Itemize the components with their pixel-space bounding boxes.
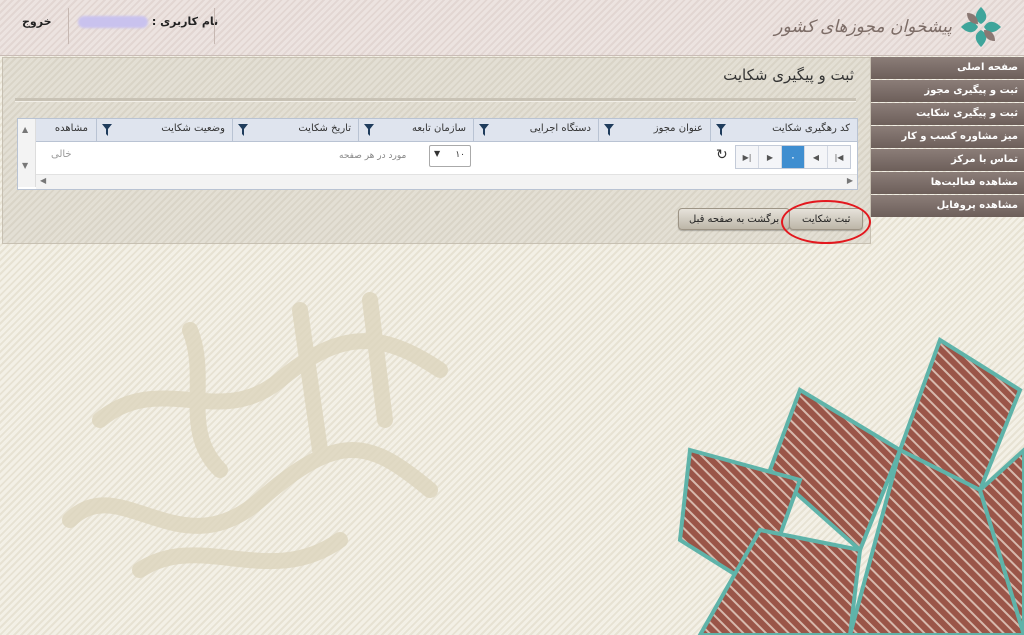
- column-license-title[interactable]: عنوان مجوز: [598, 119, 711, 141]
- filter-icon[interactable]: [364, 124, 374, 136]
- vertical-scrollbar[interactable]: ▲ ▼: [18, 119, 36, 187]
- title-divider: [15, 98, 856, 102]
- filter-icon[interactable]: [604, 124, 614, 136]
- filter-icon[interactable]: [479, 124, 489, 136]
- next-page-icon[interactable]: ▶: [758, 146, 781, 168]
- last-page-icon[interactable]: ▶|: [736, 146, 758, 168]
- per-page-value: ۱۰: [455, 150, 465, 160]
- per-page-select[interactable]: ۱۰ ▼: [429, 145, 471, 167]
- prev-page-icon[interactable]: ◀: [804, 146, 827, 168]
- grid-footer-row: خالی مورد در هر صفحه ۱۰ ▼ ↻ ▶| ▶ ۰ ◀ |◀: [36, 142, 857, 169]
- pagination: ▶| ▶ ۰ ◀ |◀: [735, 145, 851, 169]
- column-label: دستگاه اجرایی: [529, 123, 591, 134]
- scroll-down-icon[interactable]: ▼: [22, 161, 28, 170]
- scroll-up-icon[interactable]: ▲: [22, 125, 28, 134]
- sidebar-item-business-consulting[interactable]: میز مشاوره کسب و کار: [871, 126, 1024, 148]
- username-label: نام کاربری :: [151, 15, 219, 28]
- empty-message: خالی: [51, 149, 72, 160]
- sidebar-item-activities[interactable]: مشاهده فعالیت‌ها: [871, 172, 1024, 194]
- decorative-star: [677, 336, 1024, 635]
- column-view[interactable]: مشاهده: [36, 119, 96, 141]
- logo-text: پیشخوان مجوزهای کشور: [774, 17, 952, 37]
- back-button[interactable]: برگشت به صفحه قبل: [678, 208, 791, 230]
- filter-icon[interactable]: [716, 124, 726, 136]
- scroll-right-icon[interactable]: ▶: [847, 176, 853, 185]
- submit-complaint-button[interactable]: ثبت شکایت: [789, 208, 864, 230]
- header-separator: [214, 8, 215, 44]
- horizontal-scrollbar[interactable]: ◀ ▶: [36, 174, 857, 189]
- sidebar-item-profile[interactable]: مشاهده پروفایل: [871, 195, 1024, 217]
- complaints-grid: ▲ ▼ کد رهگیری شکایت عنوان مجوز دستگاه اج…: [17, 118, 858, 190]
- background-calligraphy: [62, 292, 448, 578]
- column-label: مشاهده: [54, 123, 88, 134]
- column-tracking-code[interactable]: کد رهگیری شکایت: [710, 119, 858, 141]
- logout-link[interactable]: خروج: [22, 15, 52, 28]
- column-label: کد رهگیری شکایت: [772, 123, 850, 134]
- logo-icon: [958, 4, 1004, 50]
- site-logo[interactable]: پیشخوان مجوزهای کشور: [774, 4, 1004, 50]
- refresh-icon[interactable]: ↻: [716, 147, 728, 163]
- sidebar-item-complaint-tracking[interactable]: ثبت و پیگیری شکایت: [871, 103, 1024, 125]
- column-complaint-date[interactable]: تاریخ شکایت: [232, 119, 359, 141]
- page-title: ثبت و پیگیری شکایت: [723, 66, 854, 84]
- filter-icon[interactable]: [238, 124, 248, 136]
- first-page-icon[interactable]: |◀: [827, 146, 850, 168]
- sidebar-item-contact[interactable]: تماس با مرکز: [871, 149, 1024, 171]
- current-page[interactable]: ۰: [781, 146, 804, 168]
- username-value-redacted: [78, 16, 148, 28]
- sidebar-menu: صفحه اصلی ثبت و پیگیری مجوز ثبت و پیگیری…: [871, 57, 1024, 218]
- column-sub-organization[interactable]: سازمان تابعه: [358, 119, 474, 141]
- column-label: وضعیت شکایت: [161, 123, 225, 134]
- column-label: سازمان تابعه: [412, 123, 466, 134]
- dropdown-arrow-icon: ▼: [434, 149, 441, 158]
- scroll-left-icon[interactable]: ◀: [40, 176, 46, 185]
- header-separator: [68, 8, 69, 44]
- complaint-panel: ثبت و پیگیری شکایت ▲ ▼ کد رهگیری شکایت ع…: [2, 57, 871, 244]
- filter-icon[interactable]: [102, 124, 112, 136]
- user-info: نام کاربری :: [78, 15, 218, 28]
- header-bar: خروج نام کاربری : پیشخوان مجوزهای کشور: [0, 0, 1024, 56]
- column-complaint-status[interactable]: وضعیت شکایت: [96, 119, 233, 141]
- per-page-label: مورد در هر صفحه: [339, 151, 407, 161]
- column-label: عنوان مجوز: [653, 123, 703, 134]
- sidebar-item-home[interactable]: صفحه اصلی: [871, 57, 1024, 79]
- column-executive-agency[interactable]: دستگاه اجرایی: [473, 119, 599, 141]
- grid-header-row: کد رهگیری شکایت عنوان مجوز دستگاه اجرایی…: [36, 119, 857, 142]
- column-label: تاریخ شکایت: [298, 123, 351, 134]
- sidebar-item-license-tracking[interactable]: ثبت و پیگیری مجوز: [871, 80, 1024, 102]
